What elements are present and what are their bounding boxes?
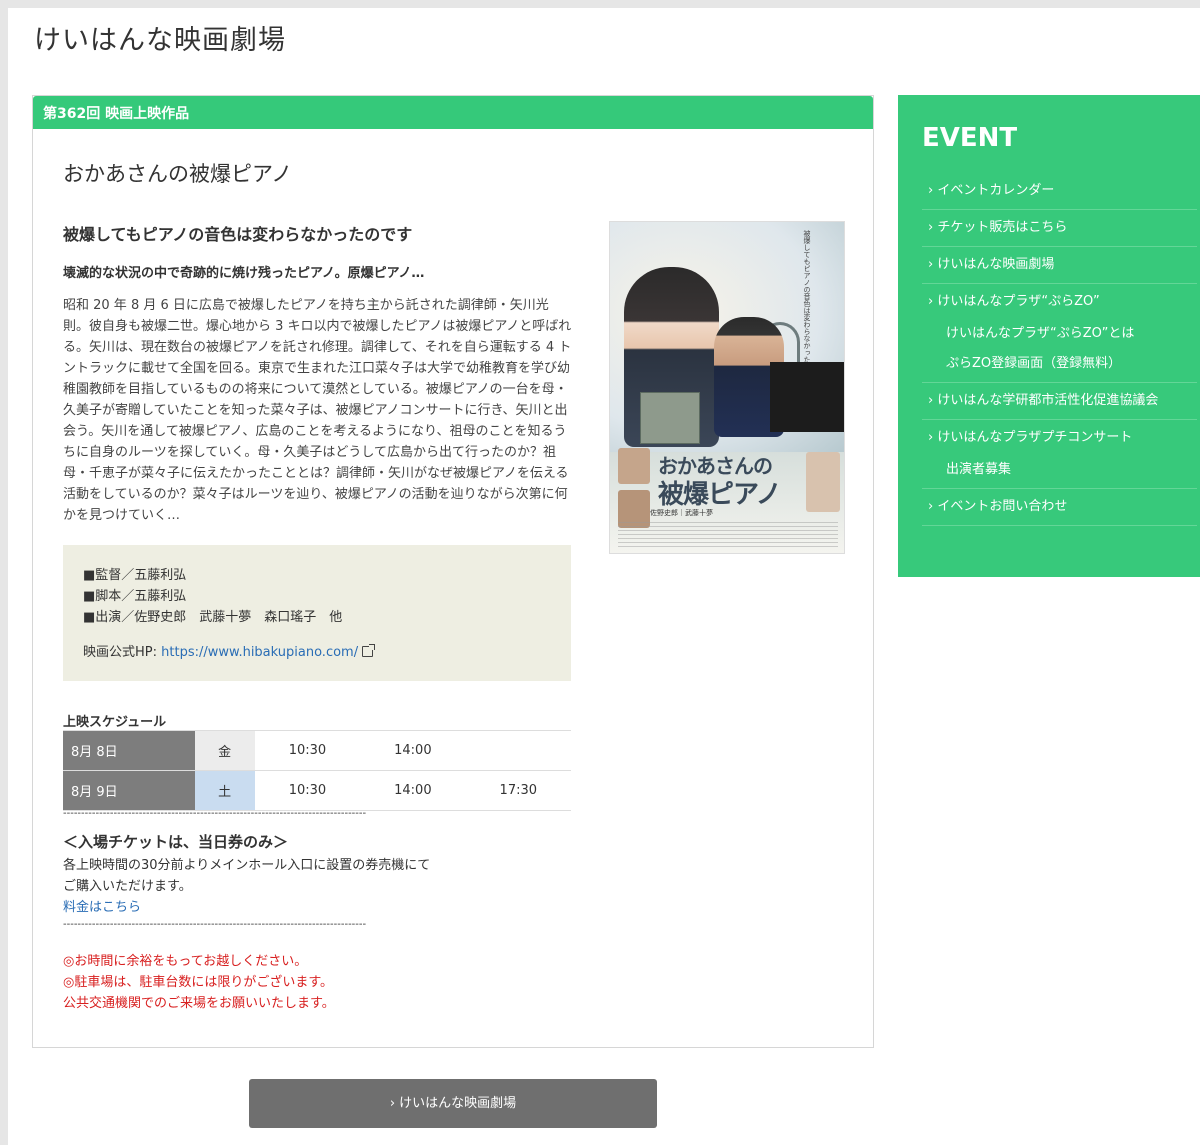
sidebar-item-label: › けいはんなプラザプチコンサート: [928, 430, 1133, 445]
sidebar-subitem-about-purazo[interactable]: けいはんなプラザ“ぷらZO”とは: [928, 325, 1191, 343]
movie-poster: 被爆してもピアノの音色は変わらなかったのです おかあさんの 被爆ピアノ 佐野史郎…: [609, 221, 845, 554]
schedule-time: [465, 730, 571, 771]
sidebar-item-label: › けいはんなプラザ“ぷらZO”: [928, 294, 1100, 309]
catch-copy: 被爆してもピアノの音色は変わらなかったのです: [63, 225, 413, 244]
sidebar-item-petit-concert[interactable]: › けいはんなプラザプチコンサート 出演者募集: [922, 420, 1197, 489]
external-link-icon: [362, 644, 376, 657]
notice-line: ◎お時間に余裕をもってお越しください。: [63, 954, 308, 969]
sidebar-item-label: › チケット販売はこちら: [928, 220, 1068, 235]
schedule-date: 8月 9日: [63, 770, 195, 811]
sidebar-item-label: › イベントカレンダー: [928, 183, 1055, 198]
table-row: 8月 9日 土 10:30 14:00 17:30: [63, 770, 571, 811]
schedule-table: 8月 8日 金 10:30 14:00 8月 9日 土 10:30 14:00 …: [63, 730, 571, 811]
poster-portrait: [618, 448, 650, 484]
poster-portrait: [806, 452, 840, 512]
ticket-info: 各上映時間の30分前よりメインホール入口に設置の券売機にて ご購入いただけます。…: [63, 855, 430, 918]
director-credit: ■監督／五藤利弘: [83, 568, 187, 583]
event-sidebar: EVENT › イベントカレンダー › チケット販売はこちら › けいはんな映画…: [898, 95, 1200, 577]
poster-piano: [770, 362, 844, 432]
section-header: 第362回 映画上映作品: [33, 96, 873, 129]
sidebar-menu: › イベントカレンダー › チケット販売はこちら › けいはんな映画劇場 › け…: [922, 173, 1197, 526]
notice: ◎お時間に余裕をもってお越しください。 ◎駐車場は、駐車台数には限りがございます…: [63, 951, 335, 1014]
sidebar-item-ticket-sales[interactable]: › チケット販売はこちら: [922, 210, 1197, 247]
cast-credit: ■出演／佐野史郎 武藤十夢 森口瑤子 他: [83, 610, 343, 625]
site-title: けいはんな映画劇場: [34, 25, 286, 56]
page: けいはんな映画劇場 第362回 映画上映作品 おかあさんの被爆ピアノ 被爆しても…: [0, 0, 1200, 1145]
movie-title: おかあさんの被爆ピアノ: [63, 162, 293, 186]
schedule-time: 10:30: [254, 770, 361, 811]
price-link[interactable]: 料金はこちら: [63, 900, 141, 915]
separator-line: ----------------------------------------…: [63, 808, 367, 819]
schedule-time: 14:00: [360, 770, 466, 811]
schedule-time: 17:30: [465, 770, 571, 811]
schedule-day: 土: [194, 770, 255, 811]
table-row: 8月 8日 金 10:30 14:00: [63, 730, 571, 771]
sidebar-item-council[interactable]: › けいはんな学研都市活性化促進協議会: [922, 383, 1197, 420]
sidebar-item-plaza-purazo[interactable]: › けいはんなプラザ“ぷらZO” けいはんなプラザ“ぷらZO”とは ぷらZO登録…: [922, 284, 1197, 383]
poster-cast: 佐野史郎｜武藤十夢: [650, 509, 713, 517]
sidebar-item-label: › けいはんな映画劇場: [928, 257, 1055, 272]
ticket-line: 各上映時間の30分前よりメインホール入口に設置の券売機にて: [63, 858, 431, 873]
sidebar-title: EVENT: [922, 123, 1018, 153]
sidebar-item-label: › けいはんな学研都市活性化促進協議会: [928, 393, 1159, 408]
official-hp-link[interactable]: https://www.hibakupiano.com/: [161, 645, 358, 660]
official-hp-label: 映画公式HP:: [83, 645, 162, 660]
schedule-title: 上映スケジュール: [63, 715, 167, 730]
separator-line: ----------------------------------------…: [63, 919, 367, 930]
official-hp: 映画公式HP: https://www.hibakupiano.com/: [83, 642, 551, 663]
sidebar-item-event-calendar[interactable]: › イベントカレンダー: [922, 173, 1197, 210]
schedule-time: 10:30: [254, 730, 361, 771]
poster-book: [640, 392, 700, 444]
sidebar-subitem-purazo-register[interactable]: ぷらZO登録画面（登録無料）: [928, 355, 1191, 373]
ticket-heading: ＜入場チケットは、当日券のみ＞: [63, 833, 289, 851]
sidebar-subitem-performer-recruit[interactable]: 出演者募集: [928, 461, 1191, 479]
poster-credits: [618, 522, 838, 548]
schedule-date: 8月 8日: [63, 730, 195, 771]
credit-box: ■監督／五藤利弘 ■脚本／五藤利弘 ■出演／佐野史郎 武藤十夢 森口瑤子 他 映…: [63, 545, 571, 681]
sub-catch-copy: 壊滅的な状況の中で奇跡的に焼け残ったピアノ。原爆ピアノ…: [63, 266, 425, 281]
notice-line: 公共交通機関でのご来場をお願いいたします。: [63, 996, 335, 1011]
sidebar-item-movie-theater[interactable]: › けいはんな映画劇場: [922, 247, 1197, 284]
synopsis: 昭和 20 年 8 月 6 日に広島で被爆したピアノを持ち主から託された調律師・…: [63, 298, 572, 523]
main-content: 第362回 映画上映作品 おかあさんの被爆ピアノ 被爆してもピアノの音色は変わら…: [32, 95, 874, 1048]
writer-credit: ■脚本／五藤利弘: [83, 589, 187, 604]
sidebar-item-label: › イベントお問い合わせ: [928, 499, 1068, 514]
poster-title-line2: 被爆ピアノ: [658, 480, 782, 510]
schedule-time: 14:00: [360, 730, 466, 771]
ticket-line: ご購入いただけます。: [63, 879, 192, 894]
notice-line: ◎駐車場は、駐車台数には限りがございます。: [63, 975, 334, 990]
schedule-day: 金: [194, 730, 255, 771]
sidebar-item-event-contact[interactable]: › イベントお問い合わせ: [922, 489, 1197, 526]
movie-theater-button[interactable]: › けいはんな映画劇場: [249, 1079, 657, 1128]
